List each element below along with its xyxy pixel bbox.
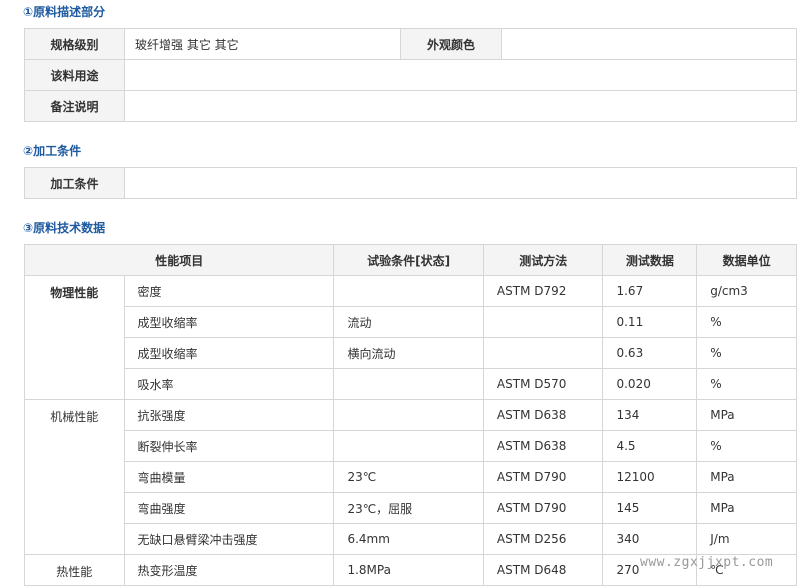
cell-item: 热变形温度	[123, 554, 335, 586]
description-table: 规格级别 玻纤增强 其它 其它 外观颜色 该料用途 备注说明	[24, 28, 797, 122]
group-mechanical: 机械性能	[24, 399, 125, 555]
cell-unit: %	[696, 306, 797, 338]
cell-method: ASTM D792	[482, 275, 604, 307]
table-row: 机械性能 抗张强度 ASTM D638 134 MPa	[24, 399, 797, 555]
cell-unit: %	[696, 368, 797, 400]
cell-item: 成型收缩率	[123, 337, 335, 369]
section-title-processing: ②加工条件	[23, 144, 82, 158]
cell-method	[482, 306, 604, 338]
header-value: 测试数据	[602, 244, 698, 276]
section-title-technical: ③原料技术数据	[23, 221, 106, 235]
table-row: 无缺口悬臂梁冲击强度 6.4mm ASTM D256 340 J/m	[25, 523, 797, 555]
cell-item: 断裂伸长率	[123, 430, 335, 462]
cell-condition	[333, 368, 484, 400]
cell-condition	[333, 275, 484, 307]
cell-unit: %	[696, 430, 797, 462]
table-row: 物理性能 密度 ASTM D792 1.67 g/cm3	[24, 275, 797, 400]
cell-value: 145	[602, 492, 698, 524]
cell-condition: 23℃，屈服	[333, 492, 484, 524]
table-row: 备注说明	[24, 90, 797, 122]
note-value	[124, 90, 797, 122]
cell-value: 12100	[602, 461, 698, 493]
group-thermal-label: 热性能	[56, 565, 93, 579]
processing-label: 加工条件	[24, 167, 125, 199]
cell-method: ASTM D790	[482, 461, 604, 493]
header-unit: 数据单位	[696, 244, 797, 276]
cell-item: 无缺口悬臂梁冲击强度	[123, 523, 335, 555]
cell-method: ASTM D790	[482, 492, 604, 524]
header-method: 测试方法	[482, 244, 604, 276]
cell-value: 4.5	[602, 430, 698, 462]
header-condition: 试验条件[状态]	[333, 244, 484, 276]
table-row: 弯曲强度 23℃，屈服 ASTM D790 145 MPa	[25, 492, 797, 524]
header-row: 性能项目 试验条件[状态] 测试方法 测试数据 数据单位	[23, 244, 797, 276]
cell-item: 密度	[123, 275, 335, 307]
usage-value	[124, 59, 797, 91]
processing-value	[124, 167, 797, 199]
processing-table: 加工条件	[24, 167, 797, 199]
table-row: 吸水率 ASTM D570 0.020 %	[25, 368, 797, 400]
cell-condition: 横向流动	[333, 337, 484, 369]
cell-unit: J/m	[696, 523, 797, 555]
group-physical: 物理性能	[24, 275, 125, 400]
cell-value: 340	[602, 523, 698, 555]
group-mechanical-label: 机械性能	[50, 410, 99, 424]
spec-label: 规格级别	[24, 28, 125, 60]
cell-method: ASTM D648	[482, 554, 604, 586]
cell-method: ASTM D638	[482, 430, 604, 462]
cell-item: 弯曲强度	[123, 492, 335, 524]
cell-method: ASTM D638	[482, 399, 604, 431]
note-label: 备注说明	[24, 90, 125, 122]
technical-data-table: 性能项目 试验条件[状态] 测试方法 测试数据 数据单位 物理性能 密度 AST…	[23, 244, 797, 586]
table-row: 该料用途	[24, 59, 797, 91]
table-row: 成型收缩率 流动 0.11 %	[25, 306, 797, 338]
header-item: 性能项目	[23, 244, 335, 276]
cell-item: 抗张强度	[123, 399, 335, 431]
table-row: 断裂伸长率 ASTM D638 4.5 %	[25, 430, 797, 462]
color-value	[501, 28, 797, 60]
cell-condition: 6.4mm	[333, 523, 484, 555]
color-label: 外观颜色	[400, 28, 502, 60]
cell-unit: MPa	[696, 461, 797, 493]
usage-label: 该料用途	[24, 59, 125, 91]
cell-method: ASTM D570	[482, 368, 604, 400]
table-row: 规格级别 玻纤增强 其它 其它 外观颜色	[24, 28, 797, 60]
group-thermal: 热性能	[24, 554, 125, 586]
cell-unit: %	[696, 337, 797, 369]
group-physical-label: 物理性能	[50, 286, 99, 300]
cell-item: 弯曲模量	[123, 461, 335, 493]
cell-condition	[333, 399, 484, 431]
cell-value: 0.020	[602, 368, 698, 400]
cell-value: 0.11	[602, 306, 698, 338]
cell-unit: MPa	[696, 399, 797, 431]
cell-method: ASTM D256	[482, 523, 604, 555]
cell-value: 0.63	[602, 337, 698, 369]
cell-value: 1.67	[602, 275, 698, 307]
cell-condition: 流动	[333, 306, 484, 338]
spec-value: 玻纤增强 其它 其它	[124, 28, 401, 60]
cell-condition: 1.8MPa	[333, 554, 484, 586]
cell-condition	[333, 430, 484, 462]
section-title-description: ①原料描述部分	[23, 5, 106, 19]
cell-unit: MPa	[696, 492, 797, 524]
cell-value: 134	[602, 399, 698, 431]
watermark: www.zgxjjxpt.com	[640, 555, 774, 570]
cell-method	[482, 337, 604, 369]
cell-item: 成型收缩率	[123, 306, 335, 338]
cell-item: 吸水率	[123, 368, 335, 400]
table-row: 成型收缩率 横向流动 0.63 %	[25, 337, 797, 369]
table-row: 加工条件	[24, 167, 797, 199]
table-row: 弯曲模量 23℃ ASTM D790 12100 MPa	[25, 461, 797, 493]
cell-unit: g/cm3	[696, 275, 797, 307]
cell-condition: 23℃	[333, 461, 484, 493]
